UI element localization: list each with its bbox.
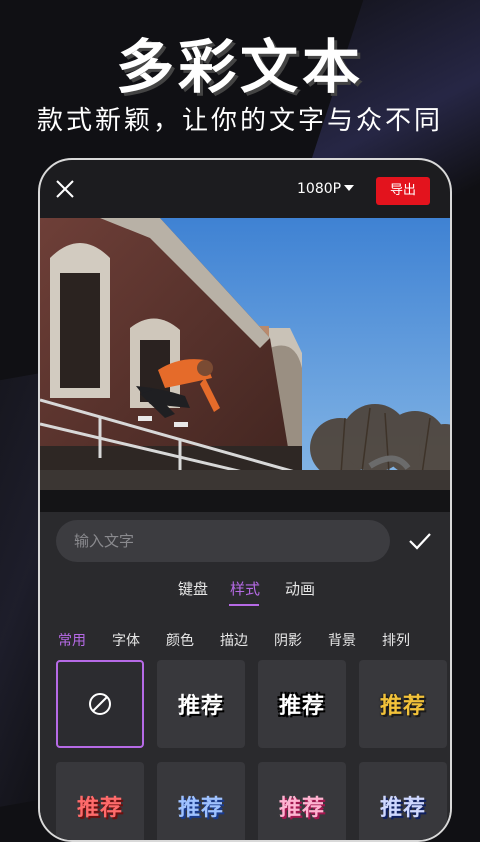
tab-animation[interactable]: 动画 <box>285 578 315 599</box>
style-sample-text: 推荐 <box>177 694 224 719</box>
style-tabs: 键盘 样式 动画 <box>40 578 450 608</box>
resolution-label: 1080P <box>297 181 342 197</box>
subtab-arrange[interactable]: 排列 <box>382 630 410 650</box>
style-tile[interactable]: 推荐 <box>258 660 346 748</box>
style-sample-text: 推荐 <box>379 694 426 719</box>
subtab-shadow[interactable]: 阴影 <box>274 630 302 650</box>
preview-photo <box>40 218 450 490</box>
promo-subline: 款式新颖，让你的文字与众不同 <box>36 106 443 136</box>
editor-topbar: 1080P 导出 <box>40 160 450 218</box>
promo-headline: 多彩文本 <box>115 33 364 101</box>
style-tile[interactable]: 推荐 <box>359 660 447 748</box>
subtab-color[interactable]: 颜色 <box>166 630 194 650</box>
text-input[interactable] <box>56 520 390 562</box>
style-sample-text: 推荐 <box>278 796 325 821</box>
subtab-background[interactable]: 背景 <box>328 630 356 650</box>
tab-style[interactable]: 样式 <box>230 578 260 599</box>
close-icon[interactable] <box>54 178 76 200</box>
style-tile[interactable]: 推荐 <box>157 660 245 748</box>
style-tile[interactable]: 推荐 <box>157 762 245 840</box>
tab-keyboard[interactable]: 键盘 <box>178 578 208 599</box>
style-sample-text: 推荐 <box>278 694 325 719</box>
preview-bottom-bar <box>40 490 450 512</box>
checkmark-icon[interactable] <box>408 531 432 551</box>
no-style-icon <box>89 693 111 715</box>
active-tab-indicator <box>229 604 259 606</box>
style-subtabs: 常用 字体 颜色 描边 阴影 背景 排列 <box>40 630 450 654</box>
subtab-common[interactable]: 常用 <box>58 630 86 650</box>
style-tile[interactable]: 推荐 <box>56 762 144 840</box>
subtab-font[interactable]: 字体 <box>112 630 140 650</box>
resolution-dropdown[interactable]: 1080P <box>297 181 355 197</box>
text-edit-panel: 键盘 样式 动画 常用 字体 颜色 描边 阴影 背景 排列 推荐 推荐 推 <box>40 512 450 840</box>
style-sample-text: 推荐 <box>177 796 224 821</box>
style-none-tile[interactable] <box>56 660 144 748</box>
style-sample-text: 推荐 <box>379 796 426 821</box>
style-sample-text: 推荐 <box>76 796 123 821</box>
style-tile[interactable]: 推荐 <box>359 762 447 840</box>
style-tile[interactable]: 推荐 <box>258 762 346 840</box>
chevron-down-icon <box>344 185 355 191</box>
export-button[interactable]: 导出 <box>376 177 430 205</box>
phone-frame: 1080P 导出 输入文字 键盘 样式 动画 常用 字体 颜色 描边 阴影 背景… <box>38 158 452 842</box>
subtab-stroke[interactable]: 描边 <box>220 630 248 650</box>
